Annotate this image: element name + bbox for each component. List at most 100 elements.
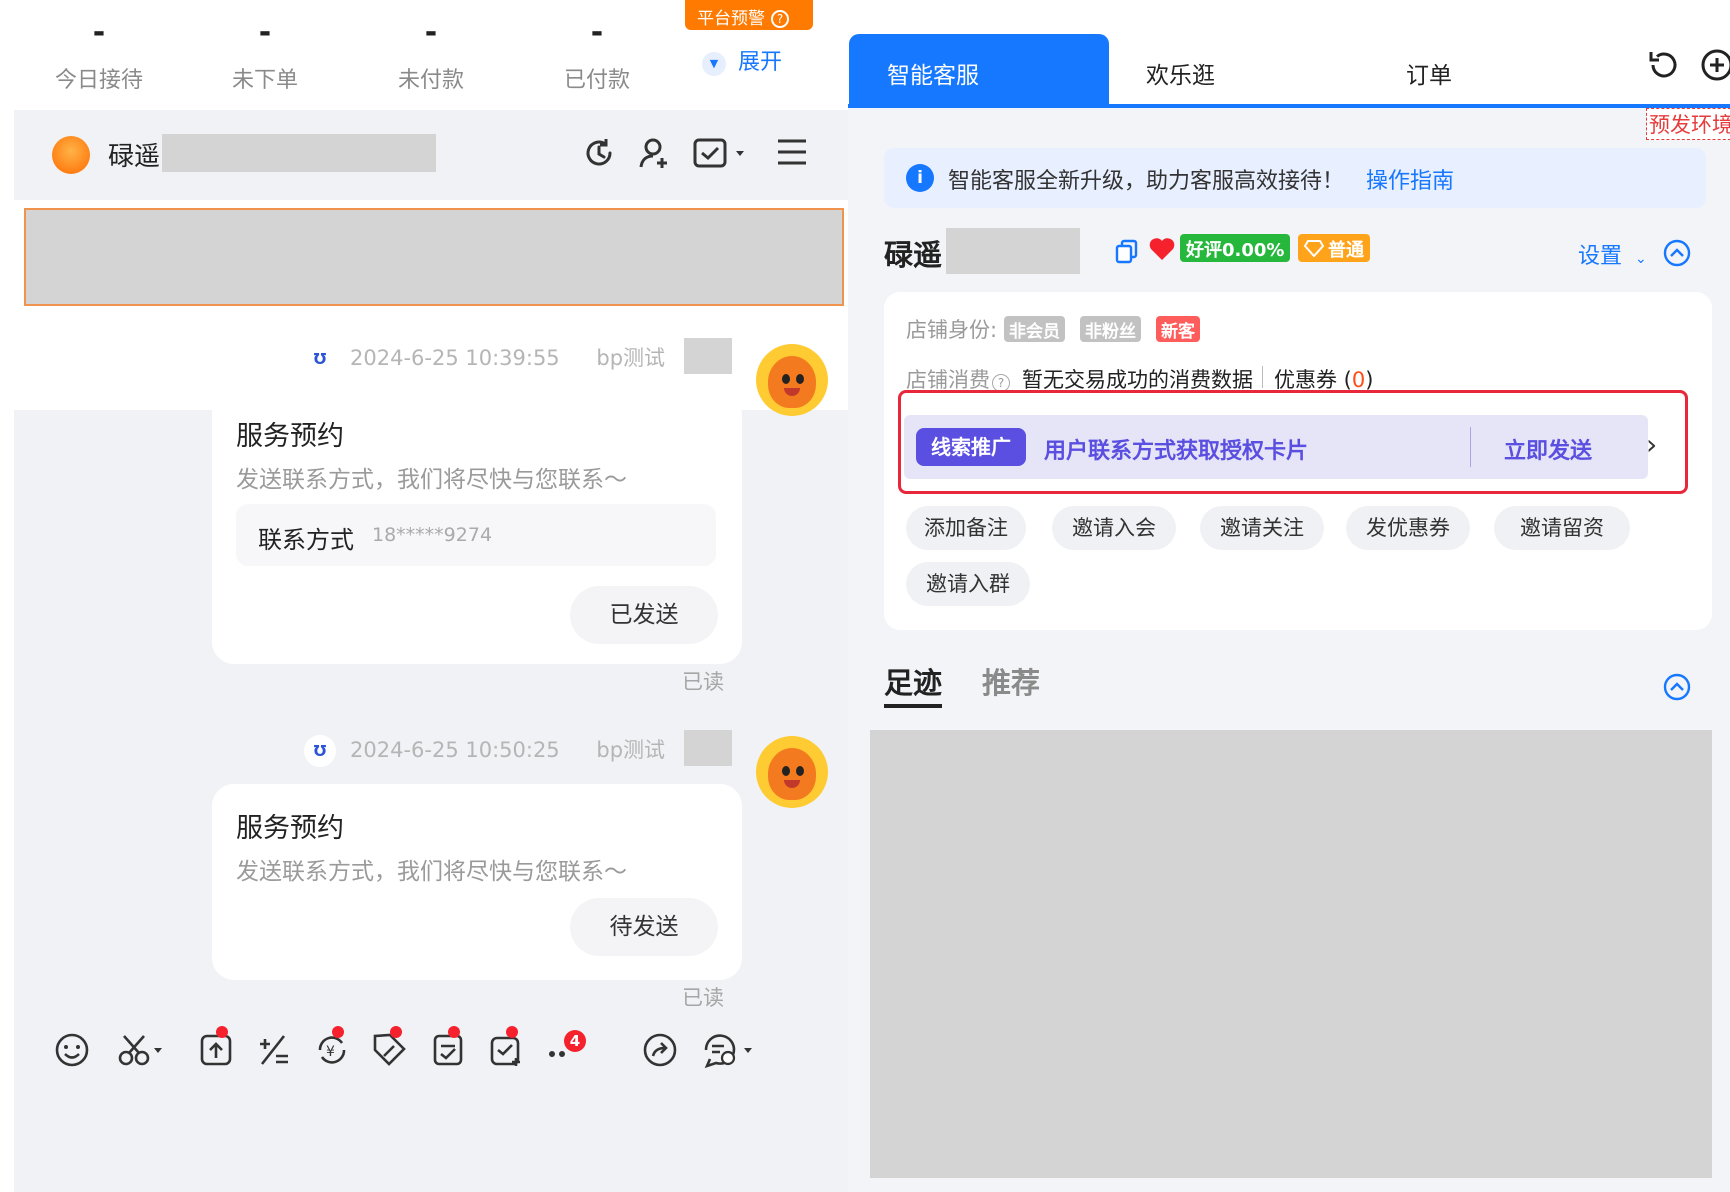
stat-paid[interactable]: - 已付款 <box>514 14 680 94</box>
redacted-name <box>946 228 1080 274</box>
task-add-icon[interactable] <box>692 134 748 172</box>
forward-icon[interactable] <box>640 1030 680 1070</box>
customer-info-card: 店铺身份: 非会员 非粉丝 新客 店铺消费? 暂无交易成功的消费数据 优惠券 (… <box>884 292 1712 630</box>
sent-status-button[interactable]: 已发送 <box>570 586 718 644</box>
diamond-icon <box>1304 240 1324 257</box>
tab-happy-browse[interactable]: 欢乐逛 <box>1146 34 1215 108</box>
identity-tag: 非粉丝 <box>1080 316 1141 342</box>
send-now-button[interactable]: 立即发送 <box>1504 433 1592 465</box>
expand-button[interactable]: ▼ 展开 <box>702 44 782 76</box>
identity-tag: 非会员 <box>1004 316 1065 342</box>
stat-value: - <box>590 15 604 50</box>
bot-avatar <box>756 344 828 416</box>
collapse-icon[interactable] <box>1662 672 1692 702</box>
menu-icon[interactable] <box>774 134 810 170</box>
bot-avatar <box>756 736 828 808</box>
invite-group-button[interactable]: 邀请入群 <box>906 562 1030 606</box>
screenshot-icon[interactable] <box>116 1030 166 1070</box>
notification-dot <box>448 1026 460 1038</box>
stat-value: - <box>92 15 106 50</box>
read-status: 已读 <box>682 670 724 694</box>
stat-not-paid[interactable]: - 未付款 <box>348 14 514 94</box>
stat-today-reception[interactable]: - 今日接待 <box>16 14 182 94</box>
customer-name: 碌遥 <box>884 238 943 272</box>
add-task-icon[interactable] <box>486 1030 526 1070</box>
left-panel: - 今日接待 - 未下单 - 未付款 - 已付款 平台预警? ▼ 展开 碌遥 Ʊ… <box>0 0 854 1192</box>
stat-not-ordered[interactable]: - 未下单 <box>182 14 348 94</box>
help-icon[interactable]: ? <box>771 10 789 28</box>
refresh-icon[interactable] <box>1646 48 1680 82</box>
chevron-right-icon[interactable]: › <box>1646 428 1657 461</box>
avatar[interactable] <box>52 136 90 174</box>
service-booking-card: 服务预约 发送联系方式，我们将尽快与您联系～ 待发送 <box>212 784 742 980</box>
tab-smart-service[interactable]: 智能客服 <box>849 34 1109 108</box>
stat-value: - <box>258 15 272 50</box>
environment-tag: 预发环境 <box>1646 108 1730 140</box>
tab-recommend[interactable]: 推荐 <box>982 660 1040 702</box>
tab-orders[interactable]: 订单 <box>1406 34 1452 108</box>
more-count-badge: 4 <box>564 1030 586 1052</box>
card-title: 服务预约 <box>236 813 344 844</box>
redacted-banner <box>24 208 844 306</box>
service-booking-card: 服务预约 发送联系方式，我们将尽快与您联系～ 联系方式 18*****9274 … <box>212 392 742 664</box>
emoji-icon[interactable] <box>52 1030 92 1070</box>
scheduled-message-icon[interactable] <box>700 1030 756 1070</box>
send-coupon-button[interactable]: 发优惠券 <box>1346 506 1470 550</box>
upgrade-notice: i 智能客服全新升级，助力客服高效接待！ 操作指南 <box>884 148 1706 208</box>
copy-icon[interactable] <box>1114 238 1140 264</box>
alert-label: 平台预警 <box>697 9 765 29</box>
tab-bar: 智能客服 欢乐逛 订单 <box>848 0 1730 108</box>
card-subtitle: 发送联系方式，我们将尽快与您联系～ <box>236 859 627 885</box>
stat-label: 未下单 <box>231 68 298 93</box>
guide-link[interactable]: 操作指南 <box>1366 163 1454 195</box>
message-time: 2024-6-25 10:50:25 <box>350 738 560 762</box>
shop-identity-label: 店铺身份: <box>906 318 998 342</box>
read-status: 已读 <box>682 986 724 1010</box>
invite-follow-button[interactable]: 邀请关注 <box>1200 506 1324 550</box>
lead-promotion-bar[interactable]: 线索推广 用户联系方式获取授权卡片 立即发送 <box>904 415 1648 479</box>
message-meta: Ʊ 2024-6-25 10:39:55 bp测试 <box>304 342 665 375</box>
invite-leave-info-button[interactable]: 邀请留资 <box>1494 506 1630 550</box>
bot-badge-icon: Ʊ <box>304 735 336 767</box>
notification-dot <box>506 1026 518 1038</box>
redacted-name <box>162 134 436 172</box>
notification-dot <box>216 1026 228 1038</box>
message-time: 2024-6-25 10:39:55 <box>350 346 560 370</box>
lead-tag: 线索推广 <box>916 428 1026 466</box>
upload-icon[interactable] <box>196 1030 236 1070</box>
refresh-history-icon[interactable] <box>580 134 618 172</box>
tab-underline <box>884 704 942 708</box>
settings-dropdown[interactable]: 设置 ⌄ <box>1578 238 1647 270</box>
add-user-icon[interactable] <box>636 134 674 172</box>
svg-text:¥: ¥ <box>326 1044 335 1060</box>
tab-footprint[interactable]: 足迹 <box>884 660 942 702</box>
calculator-icon[interactable] <box>254 1030 294 1070</box>
add-icon[interactable] <box>1700 48 1730 82</box>
message-meta: Ʊ 2024-6-25 10:50:25 bp测试 <box>304 734 665 767</box>
settings-label: 设置 <box>1578 244 1623 269</box>
pending-send-button[interactable]: 待发送 <box>570 898 718 956</box>
contact-row: 联系方式 18*****9274 <box>236 504 716 566</box>
identity-tag: 新客 <box>1156 316 1200 342</box>
contact-label: 联系方式 <box>258 526 354 554</box>
level-label: 普通 <box>1328 240 1364 261</box>
collapse-icon[interactable] <box>1662 238 1692 268</box>
platform-alert-badge[interactable]: 平台预警? <box>685 0 813 30</box>
info-icon: i <box>906 164 934 192</box>
expand-label: 展开 <box>738 50 783 75</box>
invite-member-button[interactable]: 邀请入会 <box>1052 506 1176 550</box>
right-panel: 智能客服 欢乐逛 订单 预发环境 i 智能客服全新升级，助力客服高效接待！ 操作… <box>848 0 1730 1192</box>
notification-dot <box>332 1026 344 1038</box>
card-title: 服务预约 <box>236 421 344 452</box>
redacted-sender <box>684 338 732 374</box>
heart-icon <box>1149 238 1175 260</box>
stat-value: - <box>424 15 438 50</box>
chevron-down-icon: ⌄ <box>1635 251 1647 267</box>
chat-user-name: 碌遥 <box>108 142 161 172</box>
refund-icon[interactable]: ¥ <box>312 1030 352 1070</box>
add-note-button[interactable]: 添加备注 <box>906 506 1026 550</box>
stat-label: 已付款 <box>563 68 630 93</box>
rating-tag: 好评0.00% <box>1180 234 1291 262</box>
order-list-icon[interactable] <box>428 1030 468 1070</box>
coupon-tag-icon[interactable] <box>370 1030 410 1070</box>
